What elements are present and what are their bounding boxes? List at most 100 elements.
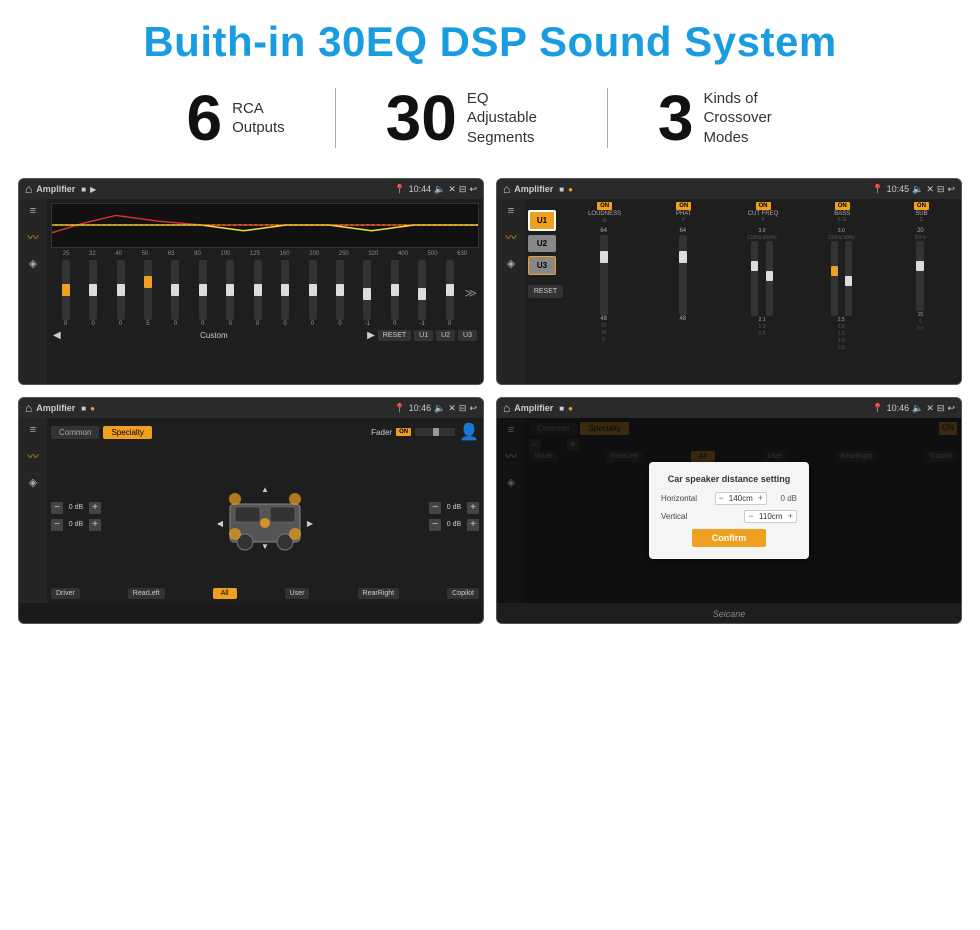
speaker-icon-2: 🔈 [912, 184, 923, 195]
eq-slider-7[interactable]: 0 [245, 260, 270, 327]
minus-tr[interactable]: − [429, 502, 441, 514]
eq-slider-0[interactable]: 0 [53, 260, 78, 327]
minimize-icon-4[interactable]: ⊟ [937, 403, 945, 414]
eq-slider-4[interactable]: 0 [163, 260, 188, 327]
wave-icon-3[interactable]: 〰 [28, 448, 39, 464]
minus-bl[interactable]: − [51, 519, 63, 531]
eq-sliders: 0 0 0 5 0 [51, 259, 479, 327]
horizontal-plus-button[interactable]: + [758, 494, 763, 503]
speaker-icon-sidebar-2[interactable]: ◈ [507, 257, 515, 270]
speaker-icon-sidebar-1[interactable]: ◈ [29, 257, 37, 270]
dialog-horizontal-label: Horizontal [661, 494, 701, 503]
eq-slider-10[interactable]: 0 [327, 260, 352, 327]
sliders-icon-1[interactable]: ≡ [30, 205, 36, 217]
status-icons-2: 📍 10:45 🔈 ✕ ⊟ ↩ [872, 184, 955, 195]
rearleft-button[interactable]: RearLeft [128, 588, 165, 599]
cx-u3-button[interactable]: U3 [528, 256, 556, 275]
vol-control-br[interactable]: − 0 dB + [429, 519, 479, 531]
crossover-panel: U1 U2 U3 RESET ON LOUDNESS G [525, 199, 961, 384]
wave-icon-2[interactable]: 〰 [506, 229, 517, 245]
home-icon-4[interactable]: ⌂ [503, 401, 510, 415]
plus-tl[interactable]: + [89, 502, 101, 514]
back-icon-1[interactable]: ↩ [469, 184, 477, 195]
close-icon-2[interactable]: ✕ [926, 184, 934, 195]
back-icon-3[interactable]: ↩ [469, 403, 477, 414]
home-icon[interactable]: ⌂ [25, 182, 32, 196]
eq-prev-button[interactable]: ◀ [53, 330, 61, 341]
vol-control-tr[interactable]: − 0 dB + [429, 502, 479, 514]
screen-crossover: ⌂ Amplifier ■ ● 📍 10:45 🔈 ✕ ⊟ ↩ ≡ 〰 ◈ [496, 178, 962, 385]
minimize-icon-3[interactable]: ⊟ [459, 403, 467, 414]
confirm-button[interactable]: Confirm [692, 529, 767, 547]
plus-bl[interactable]: + [89, 519, 101, 531]
close-icon-3[interactable]: ✕ [448, 403, 456, 414]
close-icon-4[interactable]: ✕ [926, 403, 934, 414]
eq-slider-11[interactable]: -1 [355, 260, 380, 327]
cx-u2-button[interactable]: U2 [528, 235, 556, 252]
eq-u1-button[interactable]: U1 [414, 330, 433, 341]
plus-tr[interactable]: + [467, 502, 479, 514]
horizontal-minus-button[interactable]: − [719, 494, 724, 503]
all-button[interactable]: All [213, 588, 237, 599]
eq-u2-button[interactable]: U2 [436, 330, 455, 341]
vertical-minus-button[interactable]: − [748, 512, 753, 521]
svg-text:▲: ▲ [261, 485, 269, 494]
sliders-icon-3[interactable]: ≡ [30, 424, 36, 436]
eq-next-button[interactable]: ▶ [367, 330, 375, 341]
stat-eq: 30 EQ Adjustable Segments [336, 86, 607, 150]
db-val-br: 0 dB [443, 521, 465, 528]
speaker-icon-1: 🔈 [434, 184, 445, 195]
eq-slider-3[interactable]: 5 [135, 260, 160, 327]
vol-control-bl[interactable]: − 0 dB + [51, 519, 101, 531]
fader-slider[interactable] [415, 428, 455, 436]
speaker-icon-sidebar-3[interactable]: ◈ [29, 476, 37, 489]
vertical-plus-button[interactable]: + [788, 512, 793, 521]
home-icon-2[interactable]: ⌂ [503, 182, 510, 196]
wave-icon-1[interactable]: 〰 [28, 229, 39, 245]
eq-slider-12[interactable]: 0 [382, 260, 407, 327]
eq-slider-8[interactable]: 0 [272, 260, 297, 327]
record-icon-2: ■ [559, 185, 564, 194]
stat-number-eq: 30 [386, 86, 457, 150]
minus-br[interactable]: − [429, 519, 441, 531]
eq-reset-button[interactable]: RESET [378, 330, 411, 341]
fader-on-badge: ON [396, 428, 411, 436]
status-icons-3: 📍 10:46 🔈 ✕ ⊟ ↩ [394, 403, 477, 414]
status-bar-1: ⌂ Amplifier ■ ▶ 📍 10:44 🔈 ✕ ⊟ ↩ [19, 179, 483, 199]
screen4-content: ≡ 〰 ◈ Common Specialty ON − [497, 418, 961, 603]
sp-tab-common[interactable]: Common [51, 426, 99, 439]
time-1: 10:44 [409, 184, 432, 194]
expand-icon-eq[interactable]: ≫ [464, 286, 477, 300]
cx-u1-button[interactable]: U1 [528, 210, 556, 231]
minimize-icon-2[interactable]: ⊟ [937, 184, 945, 195]
minimize-icon-1[interactable]: ⊟ [459, 184, 467, 195]
fader-label: Fader [371, 428, 392, 437]
cx-sub-on: ON [914, 202, 929, 210]
user-button[interactable]: User [285, 588, 310, 599]
back-icon-2[interactable]: ↩ [947, 184, 955, 195]
eq-slider-5[interactable]: 0 [190, 260, 215, 327]
cx-loudness-label: LOUDNESS [588, 211, 621, 217]
minus-tl[interactable]: − [51, 502, 63, 514]
eq-slider-13[interactable]: -1 [409, 260, 434, 327]
eq-slider-2[interactable]: 0 [108, 260, 133, 327]
eq-slider-6[interactable]: 0 [218, 260, 243, 327]
driver-button[interactable]: Driver [51, 588, 80, 599]
play-icon[interactable]: ▶ [90, 185, 96, 194]
vol-control-tl[interactable]: − 0 dB + [51, 502, 101, 514]
rearright-button[interactable]: RearRight [358, 588, 400, 599]
copilot-button[interactable]: Copilot [447, 588, 479, 599]
back-icon-4[interactable]: ↩ [947, 403, 955, 414]
home-icon-3[interactable]: ⌂ [25, 401, 32, 415]
eq-slider-14[interactable]: 0 [437, 260, 462, 327]
sliders-icon-2[interactable]: ≡ [508, 205, 514, 217]
sp-tab-specialty[interactable]: Specialty [103, 426, 151, 439]
time-3: 10:46 [409, 403, 432, 413]
plus-br[interactable]: + [467, 519, 479, 531]
eq-slider-1[interactable]: 0 [80, 260, 105, 327]
cx-reset-button[interactable]: RESET [528, 285, 563, 298]
close-icon-1[interactable]: ✕ [448, 184, 456, 195]
eq-u3-button[interactable]: U3 [458, 330, 477, 341]
eq-slider-9[interactable]: 0 [300, 260, 325, 327]
location-icon-2: 📍 [872, 184, 883, 195]
